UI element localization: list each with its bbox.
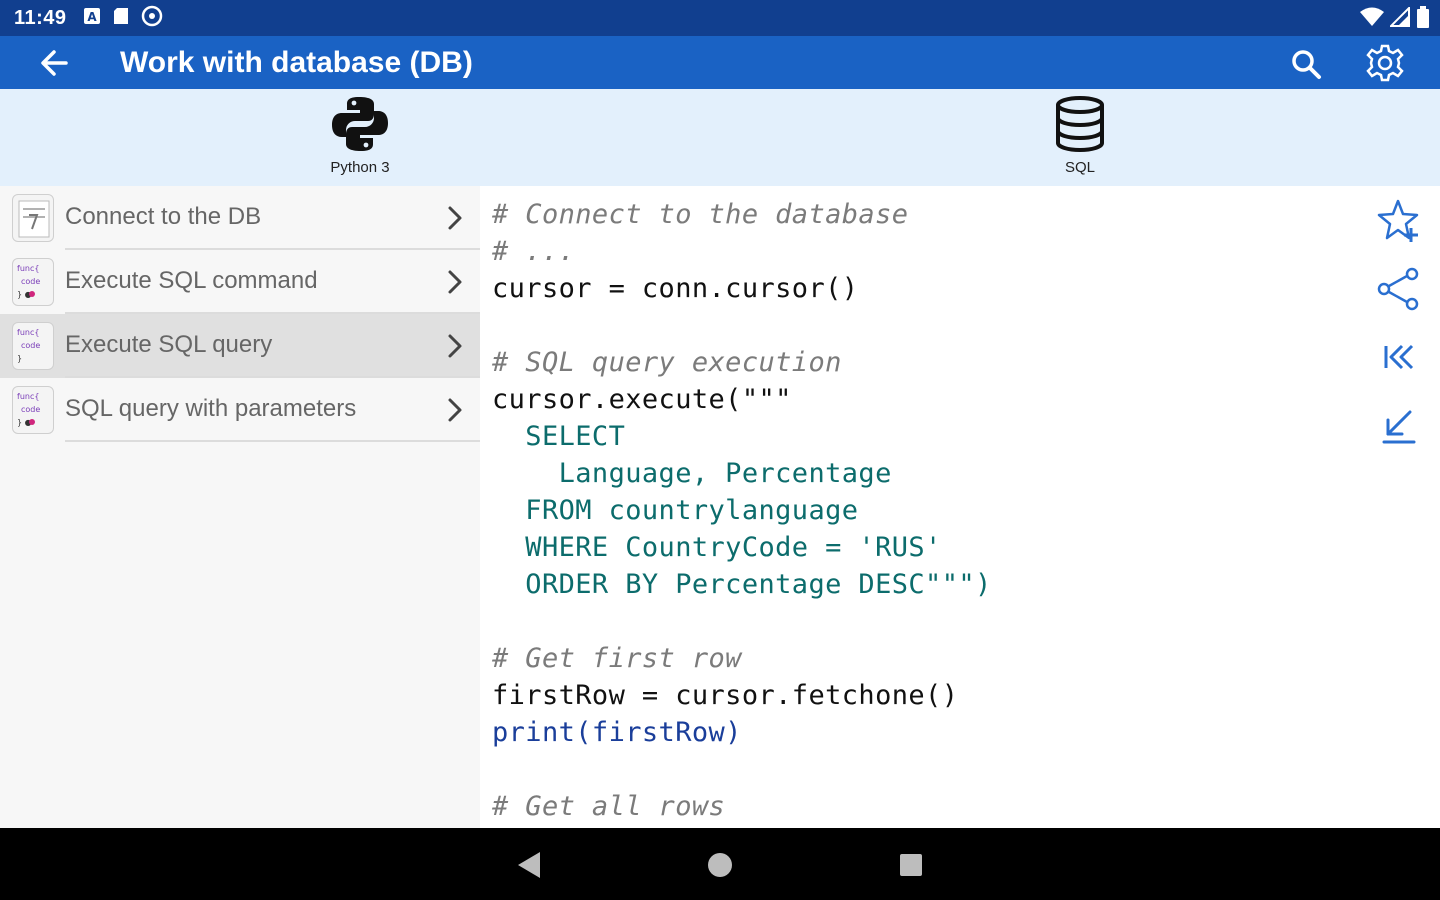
- func-code-icon: func{code} ●: [12, 386, 54, 434]
- nav-recents-button[interactable]: [894, 848, 928, 882]
- svg-text:}: }: [17, 354, 22, 363]
- svg-text:A: A: [87, 10, 97, 24]
- code-line: # Get first row: [492, 643, 742, 674]
- gear-icon: [1366, 44, 1404, 82]
- func-code-icon: func{code} ●: [12, 258, 54, 306]
- share-button[interactable]: [1376, 266, 1422, 312]
- database-icon: [1054, 95, 1106, 158]
- nav-recents-icon: [900, 854, 922, 876]
- search-button[interactable]: [1288, 46, 1324, 82]
- scroll-down-button[interactable]: [1376, 402, 1422, 448]
- battery-icon: [1416, 6, 1430, 33]
- arrow-down-left-icon: [1382, 410, 1416, 444]
- notepad-icon: [12, 194, 54, 242]
- svg-text:func{: func{: [17, 264, 39, 273]
- arrow-back-icon: [41, 50, 68, 76]
- divider: [65, 440, 480, 442]
- code-line: firstRow = cursor.fetchone(): [492, 680, 959, 711]
- page-title: Work with database (DB): [120, 46, 473, 79]
- code-line: # ...: [492, 236, 576, 267]
- code-line: print(firstRow): [492, 717, 742, 748]
- code-line: # Get all rows: [492, 791, 726, 822]
- code-line: # Connect to the database: [492, 199, 909, 230]
- tab-sql-label: SQL: [1064, 159, 1095, 176]
- code-line: ORDER BY Percentage DESC"""): [492, 569, 992, 600]
- notification-a-icon: A: [83, 7, 101, 30]
- app-bar: Work with database (DB): [0, 36, 1440, 89]
- status-bar: 11:49 A: [0, 0, 1440, 36]
- code-line: WHERE CountryCode = 'RUS': [492, 532, 942, 563]
- jump-to-start-button[interactable]: [1376, 334, 1422, 380]
- code-line: Language, Percentage: [492, 458, 892, 489]
- list-item-execute-command[interactable]: func{code} ● Execute SQL command: [0, 250, 480, 314]
- list-item-query-params[interactable]: func{code} ● SQL query with parameters: [0, 378, 480, 442]
- list-item-connect[interactable]: Connect to the DB: [0, 186, 480, 250]
- list-item-label: Execute SQL query: [65, 331, 273, 358]
- skip-start-icon: [1384, 344, 1414, 370]
- language-tabs: Python 3 SQL: [0, 89, 1440, 274]
- svg-text:func{: func{: [17, 328, 39, 337]
- tab-python3-label: Python 3: [330, 159, 390, 176]
- chevron-right-icon: [448, 334, 462, 358]
- tab-python3[interactable]: Python 3: [0, 89, 720, 186]
- tab-sql[interactable]: SQL: [720, 89, 1440, 186]
- action-column: [1360, 186, 1440, 828]
- code-line: # SQL query execution: [492, 347, 842, 378]
- wifi-icon: [1360, 7, 1384, 32]
- list-item-label: Connect to the DB: [65, 203, 262, 230]
- snippet-list: Connect to the DB func{code} ● Execute S…: [0, 186, 480, 828]
- share-icon: [1377, 267, 1419, 311]
- sd-card-icon: [113, 7, 129, 30]
- status-time: 11:49: [14, 6, 67, 29]
- nav-back-button[interactable]: [512, 848, 546, 882]
- chevron-right-icon: [448, 398, 462, 422]
- star-add-icon: [1377, 199, 1419, 242]
- svg-text:func{: func{: [17, 392, 39, 401]
- cell-signal-icon: [1388, 5, 1410, 32]
- settings-button[interactable]: [1364, 42, 1406, 84]
- search-icon: [1292, 50, 1321, 79]
- chevron-right-icon: [448, 270, 462, 294]
- list-item-label: Execute SQL command: [65, 267, 318, 294]
- chevron-right-icon: [448, 206, 462, 230]
- func-code-icon: func{ code}: [12, 322, 54, 370]
- code-line: SELECT: [492, 421, 626, 452]
- nav-home-button[interactable]: [703, 848, 737, 882]
- svg-text:code: code: [21, 277, 40, 286]
- nav-home-icon: [708, 853, 732, 877]
- favorite-button[interactable]: [1376, 198, 1422, 244]
- sync-icon: [141, 5, 163, 32]
- system-nav-bar: [0, 828, 1440, 900]
- svg-text:code: code: [21, 405, 40, 414]
- code-line: cursor.execute(""": [492, 384, 792, 415]
- code-line: FROM countrylanguage: [492, 495, 859, 526]
- code-block: # Connect to the database # ... cursor =…: [492, 196, 992, 825]
- svg-text:code: code: [21, 341, 40, 350]
- nav-back-icon: [518, 852, 540, 878]
- code-line: cursor = conn.cursor(): [492, 273, 859, 304]
- back-button[interactable]: [36, 48, 76, 78]
- list-item-label: SQL query with parameters: [65, 395, 357, 422]
- code-viewer[interactable]: # Connect to the database # ... cursor =…: [480, 186, 1360, 828]
- list-item-execute-query[interactable]: func{ code} Execute SQL query: [0, 314, 480, 378]
- python-logo-icon: [330, 95, 390, 158]
